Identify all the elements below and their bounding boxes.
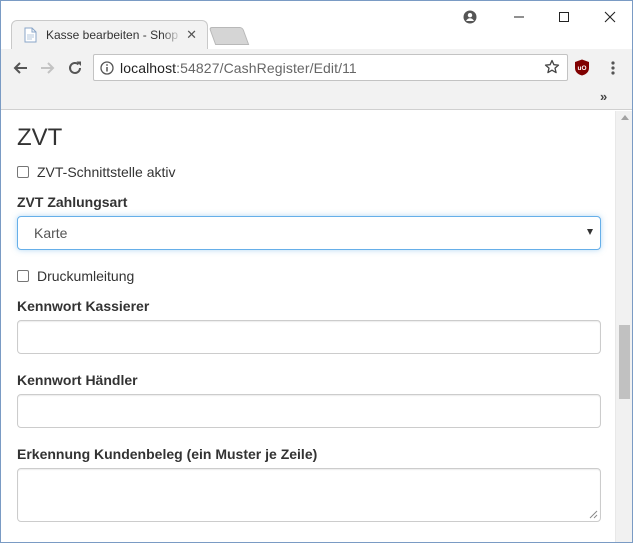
section-title: ZVT	[17, 124, 63, 151]
print-redirect-label: Druckumleitung	[37, 268, 135, 284]
zvt-active-label: ZVT-Schnittstelle aktiv	[37, 164, 176, 180]
browser-window: Kasse bearbeiten - Shop ✕ localhost:5482…	[0, 0, 633, 543]
menu-icon[interactable]	[605, 58, 621, 78]
ublock-label: uO	[577, 65, 586, 72]
payment-type-value: Karte	[34, 225, 68, 241]
new-tab-button[interactable]	[208, 27, 250, 45]
bookmarks-bar	[1, 86, 632, 110]
merchant-password-label: Kennwort Händler	[17, 372, 138, 388]
page-icon	[24, 27, 38, 43]
forward-icon[interactable]	[37, 58, 59, 78]
vertical-scrollbar[interactable]	[615, 111, 632, 542]
cashier-password-label: Kennwort Kassierer	[17, 298, 150, 314]
payment-type-select[interactable]: Karte	[17, 216, 601, 250]
tab-title: Kasse bearbeiten - Shop	[46, 28, 179, 42]
address-bar[interactable]: localhost:54827/CashRegister/Edit/11	[93, 54, 568, 81]
print-redirect-checkbox-row[interactable]: Druckumleitung	[17, 268, 134, 284]
chevron-down-icon	[587, 229, 593, 235]
browser-tab[interactable]: Kasse bearbeiten - Shop ✕	[11, 20, 208, 49]
url-path: :54827/CashRegister/Edit/11	[176, 59, 357, 76]
url-host: localhost	[120, 59, 177, 76]
bookmark-star-icon[interactable]	[544, 59, 560, 80]
title-bar: Kasse bearbeiten - Shop ✕	[1, 1, 632, 49]
page-viewport: ZVT ZVT-Schnittstelle aktiv ZVT Zahlungs…	[1, 111, 615, 542]
ublock-extension-icon[interactable]: uO	[574, 59, 590, 76]
scroll-up-icon[interactable]	[621, 115, 629, 120]
zvt-active-checkbox-row[interactable]: ZVT-Schnittstelle aktiv	[17, 164, 176, 180]
scrollbar-thumb[interactable]	[619, 325, 630, 399]
url-text: localhost:54827/CashRegister/Edit/11	[120, 60, 357, 76]
back-icon[interactable]	[9, 58, 31, 78]
merchant-password-input[interactable]	[17, 394, 601, 428]
receipt-detection-label: Erkennung Kundenbeleg (ein Muster je Zei…	[17, 446, 318, 462]
close-tab-icon[interactable]: ✕	[186, 28, 197, 42]
info-icon[interactable]	[94, 55, 120, 80]
close-window-button[interactable]	[592, 5, 628, 29]
maximize-button[interactable]	[546, 5, 582, 29]
zvt-active-checkbox[interactable]	[17, 166, 29, 178]
profile-icon[interactable]	[452, 5, 488, 29]
print-redirect-checkbox[interactable]	[17, 270, 29, 282]
receipt-detection-textarea[interactable]	[17, 468, 601, 522]
reload-icon[interactable]	[64, 58, 86, 78]
minimize-button[interactable]	[501, 5, 537, 29]
cashier-password-input[interactable]	[17, 320, 601, 354]
payment-type-label: ZVT Zahlungsart	[17, 194, 128, 210]
resize-grip-icon[interactable]	[589, 510, 598, 519]
bookmarks-overflow-icon[interactable]: »	[600, 89, 607, 104]
